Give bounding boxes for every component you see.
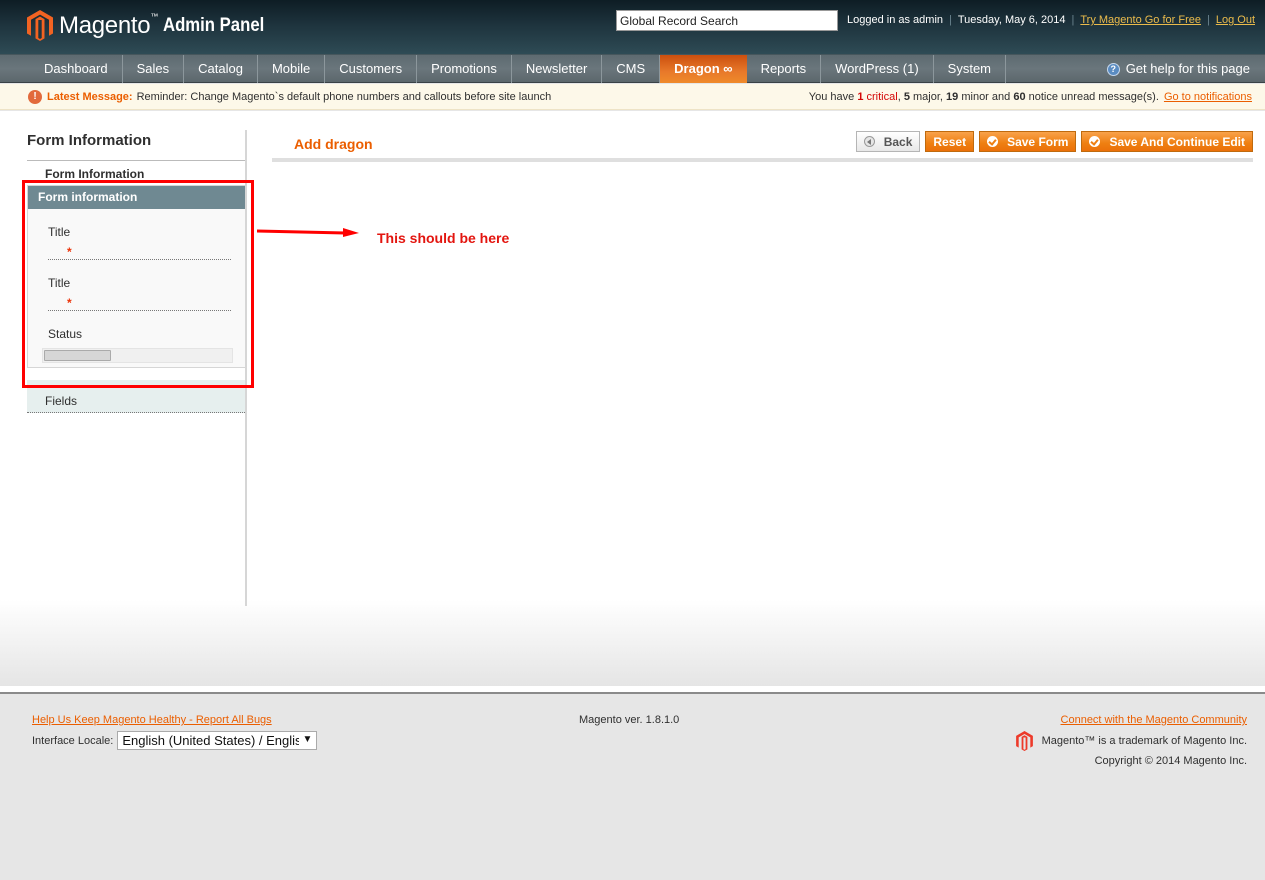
nav-item-wordpress[interactable]: WordPress (1) [821, 55, 934, 83]
nav-item-reports[interactable]: Reports [747, 55, 822, 83]
locale-select[interactable]: English (United States) / English ▼ [117, 731, 318, 750]
nav-item-dragon[interactable]: Dragon ∞ [660, 55, 747, 83]
nav-item-cms[interactable]: CMS [602, 55, 661, 83]
content-area: Form Information Form Information Form i… [0, 111, 1265, 686]
back-button[interactable]: Back [855, 131, 921, 152]
locale-row: Interface Locale: English (United States… [32, 731, 318, 750]
help-label: Get help for this page [1125, 61, 1250, 76]
nav-item-sales[interactable]: Sales [123, 55, 185, 83]
save-label: Save Form [1007, 134, 1069, 149]
logo-subtitle: Admin Panel [163, 14, 265, 36]
form-buttons: Back Reset Save Form Save And Continue E… [851, 131, 1253, 152]
major-label: major, [913, 91, 943, 103]
footer: Help Us Keep Magento Healthy - Report Al… [0, 695, 1265, 880]
nav-item-newsletter[interactable]: Newsletter [512, 55, 603, 83]
major-count: 5 [903, 91, 910, 103]
copyright-text: Copyright © 2014 Magento Inc. [1094, 755, 1247, 767]
help-link[interactable]: ? Get help for this page [1106, 55, 1250, 83]
notice-count: 60 [1013, 91, 1026, 103]
back-label: Back [883, 134, 913, 149]
reset-button[interactable]: Reset [925, 131, 975, 152]
save-and-continue-button[interactable]: Save And Continue Edit [1081, 131, 1253, 152]
logo[interactable]: Magento™ Admin Panel [27, 10, 278, 41]
logout-link[interactable]: Log Out [1216, 14, 1255, 26]
community-link[interactable]: Connect with the Magento Community [1061, 714, 1247, 726]
summary-prefix: You have [808, 91, 855, 103]
latest-message-label: Latest Message: [47, 91, 133, 103]
page-title: Add dragon [294, 136, 373, 152]
annotation-arrow-icon [257, 228, 359, 237]
notice-label: notice unread message(s). [1028, 91, 1159, 103]
reset-label: Reset [933, 134, 967, 149]
trademark-row: Magento™ is a trademark of Magento Inc. [1015, 731, 1247, 751]
locale-label: Interface Locale: [32, 734, 114, 747]
critical-label: critical [866, 91, 898, 103]
message-bar: ! Latest Message: Reminder: Change Magen… [0, 84, 1265, 110]
latest-message-text: Reminder: Change Magento`s default phone… [136, 91, 552, 103]
logo-text: Magento™ [59, 11, 159, 39]
minor-count: 19 [946, 91, 959, 103]
page-header: Add dragon Back Reset Save Form Save And… [272, 130, 1253, 162]
locale-value: English (United States) / English [122, 733, 309, 748]
logged-in-text: Logged in as admin [847, 14, 944, 26]
sidebar-title: Form Information [27, 130, 245, 161]
separator: | [949, 14, 952, 26]
try-magento-go-link[interactable]: Try Magento Go for Free [1080, 14, 1201, 26]
header: Magento™ Admin Panel Logged in as admin … [0, 0, 1265, 54]
date-text: Tuesday, May 6, 2014 [957, 14, 1066, 26]
dropdown-arrow-icon: ▼ [299, 734, 313, 745]
save-continue-label: Save And Continue Edit [1109, 134, 1245, 149]
nav-item-system[interactable]: System [934, 55, 1006, 83]
separator: | [1207, 14, 1210, 26]
nav-item-promotions[interactable]: Promotions [417, 55, 512, 83]
notification-summary: You have 1 critical, 5 major, 19 minor a… [808, 91, 1252, 103]
annotation-highlight-box [22, 180, 254, 388]
critical-count: 1 [857, 91, 864, 103]
nav-item-catalog[interactable]: Catalog [184, 55, 258, 83]
separator: | [1071, 14, 1075, 26]
nav-item-mobile[interactable]: Mobile [258, 55, 326, 83]
footer-divider [0, 686, 1265, 694]
back-arrow-icon [863, 136, 875, 147]
nav-item-dashboard[interactable]: Dashboard [30, 55, 123, 83]
alert-icon: ! [28, 90, 42, 104]
annotation-text: This should be here [377, 230, 510, 246]
check-icon [1089, 136, 1101, 147]
magento-logo-icon [27, 10, 53, 41]
header-user-info: Logged in as admin | Tuesday, May 6, 201… [847, 14, 1255, 26]
global-search-input[interactable] [616, 10, 838, 31]
magento-small-logo-icon [1015, 731, 1033, 751]
nav-item-customers[interactable]: Customers [325, 55, 418, 83]
main-nav: Dashboard Sales Catalog Mobile Customers… [0, 54, 1265, 83]
report-bugs-link[interactable]: Help Us Keep Magento Healthy - Report Al… [32, 714, 272, 726]
go-to-notifications-link[interactable]: Go to notifications [1164, 91, 1252, 103]
check-icon [987, 136, 999, 147]
trademark-text: Magento™ is a trademark of Magento Inc. [1041, 735, 1247, 747]
help-icon: ? [1106, 62, 1120, 76]
minor-label: minor and [961, 91, 1011, 103]
version-text: Magento ver. 1.8.1.0 [579, 714, 680, 726]
save-form-button[interactable]: Save Form [979, 131, 1077, 152]
latest-message: ! Latest Message: Reminder: Change Magen… [28, 90, 551, 104]
